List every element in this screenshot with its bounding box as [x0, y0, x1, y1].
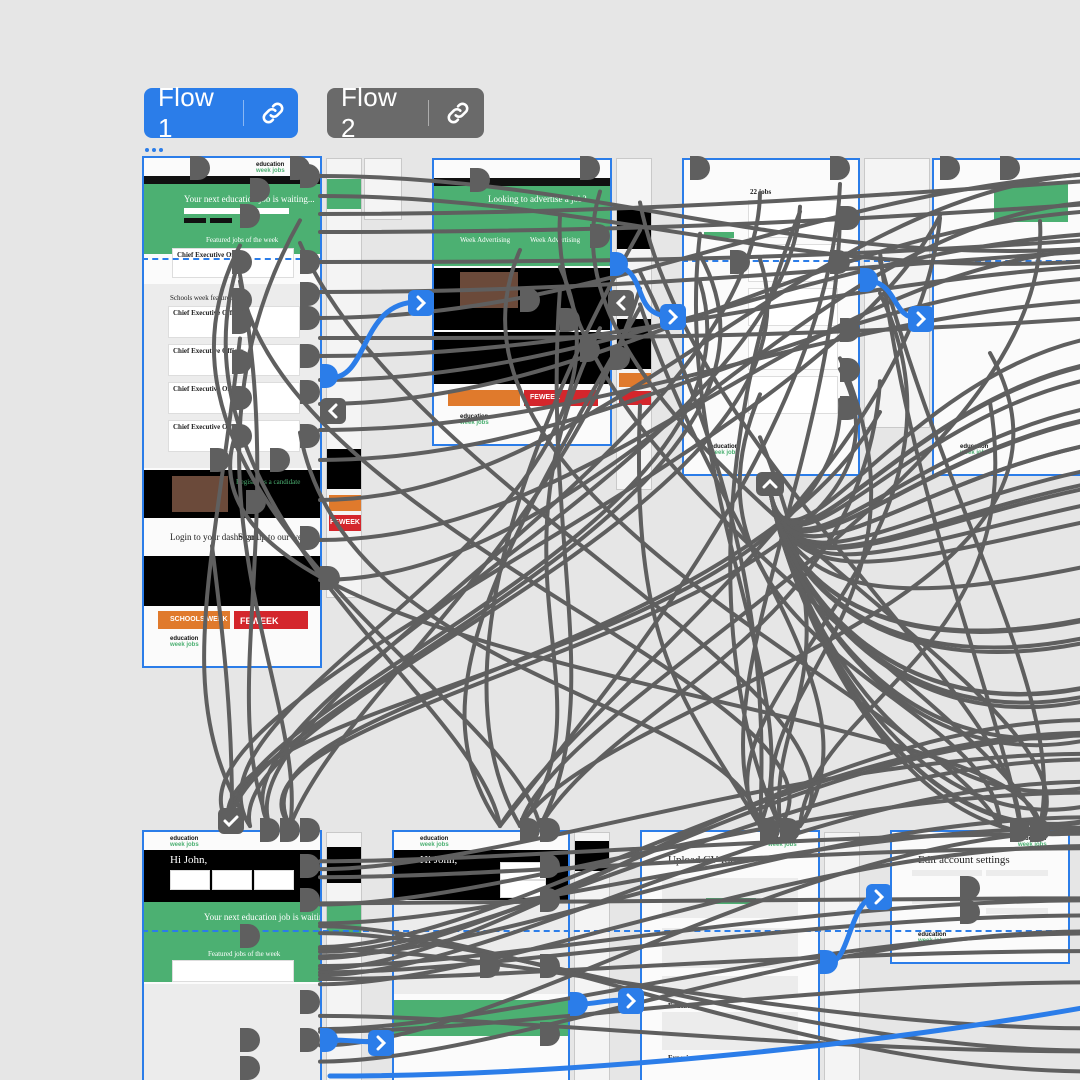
- candidate-photo: [172, 476, 228, 512]
- fold-line: [682, 260, 1080, 262]
- artboard-account-settings[interactable]: education week jobs Edit account settings…: [890, 830, 1070, 964]
- browse-button[interactable]: [210, 218, 232, 223]
- signup-title: Sign up to our weekly jobs email: [238, 532, 322, 542]
- artboard-dash-alt-mobile[interactable]: [574, 832, 610, 1080]
- chevron-right-icon: [368, 1030, 394, 1056]
- featured-title: Featured jobs of the week: [206, 236, 279, 244]
- prev-connector[interactable]: [608, 290, 634, 321]
- artboard-dashboard-alt[interactable]: education week jobs Hi John,: [392, 830, 570, 1080]
- cv-experience: Experience: [668, 1054, 702, 1062]
- featured-job-card[interactable]: Chief Executive Officer: [172, 248, 294, 278]
- artboard-jobs-mobile[interactable]: [864, 158, 930, 428]
- chevron-right-icon: [866, 884, 892, 910]
- job-row[interactable]: Chief Executive Officer: [168, 344, 300, 376]
- hero-title: Your next education job is waiting...: [204, 912, 322, 922]
- check-icon: [218, 808, 244, 834]
- site-logo: education week jobs: [256, 162, 285, 174]
- next-connector[interactable]: [660, 304, 686, 335]
- artboard-dashboard-mobile[interactable]: [326, 832, 362, 1080]
- chevron-right-icon: [660, 304, 686, 330]
- nav-bar: [144, 176, 320, 184]
- start-connector[interactable]: [218, 808, 244, 839]
- link-icon[interactable]: [443, 96, 474, 130]
- artboard-dashboard-home[interactable]: education week jobs Hi John, Your next ed…: [142, 830, 322, 1080]
- job-row[interactable]: Chief Executive Officer: [168, 420, 300, 452]
- fold-line: [142, 930, 1080, 932]
- chevron-left-icon: [320, 398, 346, 424]
- artboard-job-results-2[interactable]: education week jobs: [932, 158, 1080, 476]
- artboard-advertise-mobile[interactable]: [616, 158, 652, 490]
- artboard-home-mobile[interactable]: FEWEEK: [326, 158, 362, 598]
- artboard-menu-dots[interactable]: [145, 148, 163, 154]
- chevron-right-icon: [618, 988, 644, 1014]
- schools-week-title: Schools week featured jobs: [170, 294, 247, 302]
- prototype-canvas[interactable]: education week jobs Your next education j…: [0, 0, 1080, 1080]
- flow-tab-label: Flow 2: [341, 82, 398, 143]
- next-connector[interactable]: [866, 884, 892, 915]
- search-button[interactable]: [184, 218, 206, 223]
- artboard-advertise[interactable]: Looking to advertise a job? Week Adverti…: [432, 158, 612, 446]
- cta-panel: [144, 556, 320, 606]
- jobs-count: 22 jobs: [750, 188, 772, 196]
- flow-tab-label: Flow 1: [158, 82, 215, 143]
- artboard-upload-cv[interactable]: education week jobs Upload CV form Educat…: [640, 830, 820, 1080]
- advertise-title: Looking to advertise a job?: [488, 194, 587, 204]
- account-title: Edit account settings: [918, 854, 1010, 866]
- prev-connector[interactable]: [320, 398, 346, 429]
- advertise-option-b[interactable]: Week Advertising: [530, 236, 580, 244]
- flow-tab-divider: [427, 100, 429, 126]
- register-title: Register as a candidate: [236, 478, 301, 486]
- flow-tab-2[interactable]: Flow 2: [327, 82, 484, 143]
- greeting: Hi John,: [170, 854, 208, 866]
- next-connector[interactable]: [408, 290, 434, 321]
- next-connector[interactable]: [368, 1030, 394, 1061]
- cv-form-title: Upload CV form: [668, 854, 743, 866]
- artboard-job-results[interactable]: 22 jobs education week jobs: [682, 158, 860, 476]
- next-connector[interactable]: [618, 988, 644, 1019]
- fold-line: [142, 258, 322, 260]
- search-input[interactable]: [184, 208, 289, 214]
- chevron-up-icon: [756, 472, 784, 496]
- collapse-connector[interactable]: [756, 472, 784, 501]
- artboard-cv-mobile[interactable]: [824, 832, 860, 1080]
- hero-title: Your next education job is waiting...: [184, 194, 315, 204]
- job-row[interactable]: Chief Executive Officer: [168, 306, 300, 338]
- next-connector[interactable]: [908, 306, 934, 337]
- cv-education: Education: [668, 1002, 699, 1010]
- job-row[interactable]: Chief Executive Officer: [168, 382, 300, 414]
- artboard-home[interactable]: education week jobs Your next education j…: [142, 156, 322, 668]
- chevron-right-icon: [908, 306, 934, 332]
- chevron-left-icon: [608, 290, 634, 316]
- advertise-option-a[interactable]: Week Advertising: [460, 236, 510, 244]
- chevron-right-icon: [408, 290, 434, 316]
- footer-logo: education week jobs: [170, 636, 199, 648]
- flow-tab-1[interactable]: Flow 1: [144, 82, 298, 143]
- flow-tab-divider: [242, 100, 244, 126]
- link-icon[interactable]: [257, 96, 288, 130]
- artboard-menu-mobile[interactable]: [364, 158, 402, 220]
